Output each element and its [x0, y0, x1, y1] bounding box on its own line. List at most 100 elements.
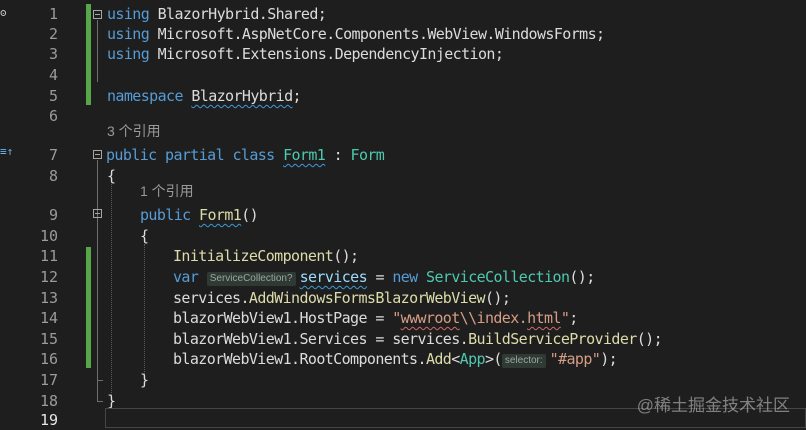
line-number: 16	[39, 350, 58, 368]
line-number: 8	[48, 167, 58, 185]
namespace-ref: BlazorHybrid.Shared	[157, 5, 319, 23]
code-line-2[interactable]: using Microsoft.AspNetCore.Components.We…	[107, 24, 605, 44]
change-marker	[86, 4, 91, 105]
code-line-3[interactable]: using Microsoft.Extensions.DependencyInj…	[107, 44, 504, 64]
identifier: services.	[173, 289, 249, 307]
collapse-icon[interactable]	[93, 209, 102, 218]
identifier: blazorWebView1.HostPage =	[173, 309, 393, 327]
string-literal: .	[518, 309, 528, 327]
identifier: blazorWebView1.Services = services.	[173, 330, 469, 348]
line-number: 9	[48, 206, 58, 224]
method-call: InitializeComponent	[173, 247, 334, 265]
string-literal: wwwroot	[400, 309, 461, 327]
punct: ;	[317, 5, 327, 23]
namespace-name: BlazorHybrid	[191, 87, 293, 105]
outline-line	[97, 219, 98, 381]
line-number: 5	[48, 87, 58, 105]
keyword: using	[107, 25, 150, 43]
punct: <	[451, 350, 460, 368]
code-line-8[interactable]: {	[107, 166, 116, 186]
keyword: namespace	[107, 87, 183, 105]
base-class: Form	[350, 146, 385, 164]
line-number: 2	[48, 25, 58, 43]
code-editor[interactable]: ʘ ≡↑ 1 2 3 4 5 6 7 8 9 10 11 12 13 14 15…	[0, 0, 806, 429]
line-number: 10	[39, 227, 58, 245]
punct: ();	[484, 289, 511, 307]
namespace-ref: Microsoft.Extensions.DependencyInjection	[157, 45, 496, 63]
type-name: ServiceCollection	[426, 268, 570, 286]
code-line-15[interactable]: blazorWebView1.Services = services.Build…	[173, 329, 663, 349]
codelens-references[interactable]: 1 个引用	[140, 181, 194, 201]
punct: ();	[636, 330, 663, 348]
string-literal: html	[527, 309, 561, 327]
line-number: 18	[39, 392, 58, 410]
keyword: public partial class	[106, 146, 275, 164]
punct: );	[600, 350, 618, 368]
line-number: 6	[48, 107, 58, 125]
line-number: 3	[48, 45, 58, 63]
code-line-9[interactable]: public Form1()	[140, 205, 259, 225]
code-line-17[interactable]: }	[140, 370, 149, 390]
namespace-ref: Microsoft.AspNetCore.Components.WebView.…	[157, 25, 597, 43]
breakpoint-margin-icon[interactable]: ʘ	[0, 6, 14, 22]
keyword: public	[140, 206, 191, 224]
code-line-7[interactable]: public partial class Form1 : Form	[106, 145, 385, 165]
line-number: 13	[39, 289, 58, 307]
line-number: 14	[39, 309, 58, 327]
collapse-icon[interactable]	[93, 10, 102, 19]
line-number: 12	[39, 268, 58, 286]
inline-parameter-hint: selector:	[501, 354, 546, 368]
punct: ();	[333, 247, 359, 265]
code-line-10[interactable]: {	[140, 226, 149, 246]
keyword: var	[173, 268, 199, 286]
indent-guide	[111, 184, 112, 399]
change-marker	[86, 247, 91, 368]
method-call: BuildServiceProvider	[468, 330, 637, 348]
code-line-14[interactable]: blazorWebView1.HostPage = "wwwroot\\inde…	[173, 308, 578, 328]
inline-type-hint: ServiceCollection?	[206, 272, 296, 286]
punct: ;	[569, 309, 578, 327]
watermark: @稀土掘金技术社区	[636, 396, 790, 415]
punct: >(	[484, 350, 502, 368]
punct: :	[325, 146, 351, 164]
operator: =	[367, 268, 393, 286]
line-number: 11	[39, 247, 58, 265]
constructor-name: Form1	[199, 206, 242, 224]
line-number: 15	[39, 330, 58, 348]
punct: ;	[292, 87, 302, 105]
go-to-base-icon[interactable]: ≡↑	[0, 145, 20, 161]
keyword: using	[107, 5, 150, 23]
line-number: 4	[48, 66, 58, 84]
outline-line	[97, 380, 103, 381]
code-line-16[interactable]: blazorWebView1.RootComponents.Add<App>(s…	[173, 349, 618, 369]
string-literal: \\index	[459, 309, 520, 327]
identifier: blazorWebView1.RootComponents.	[173, 350, 427, 368]
code-line-12[interactable]: var ServiceCollection? services = new Ser…	[173, 267, 595, 287]
punct: ();	[569, 268, 595, 286]
line-number: 7	[48, 146, 58, 164]
codelens-references[interactable]: 3 个引用	[107, 121, 161, 141]
indent-guide	[144, 244, 145, 378]
line-number: 1	[48, 5, 58, 23]
punct: ;	[596, 25, 605, 43]
line-number: 17	[39, 371, 58, 389]
code-line-11[interactable]: InitializeComponent();	[173, 246, 359, 266]
method-call: AddWindowsFormsBlazorWebView	[248, 289, 486, 307]
punct: ()	[241, 206, 259, 224]
type-name: App	[459, 350, 486, 368]
variable: services	[299, 268, 368, 286]
keyword: new	[392, 268, 418, 286]
class-name: Form1	[283, 146, 326, 164]
collapse-icon[interactable]	[93, 150, 102, 159]
string-quote: "	[392, 309, 401, 327]
method-call: Add	[425, 350, 452, 368]
code-line-13[interactable]: services.AddWindowsFormsBlazorWebView();	[173, 288, 511, 308]
outline-line	[97, 401, 103, 402]
string-literal: "#app"	[549, 350, 601, 368]
code-line-1[interactable]: using BlazorHybrid.Shared;	[107, 4, 327, 24]
outline-line	[97, 20, 98, 82]
keyword: using	[107, 45, 150, 63]
code-line-5[interactable]: namespace BlazorHybrid;	[107, 86, 302, 106]
punct: ;	[494, 45, 504, 63]
line-number-current: 19	[39, 411, 58, 429]
